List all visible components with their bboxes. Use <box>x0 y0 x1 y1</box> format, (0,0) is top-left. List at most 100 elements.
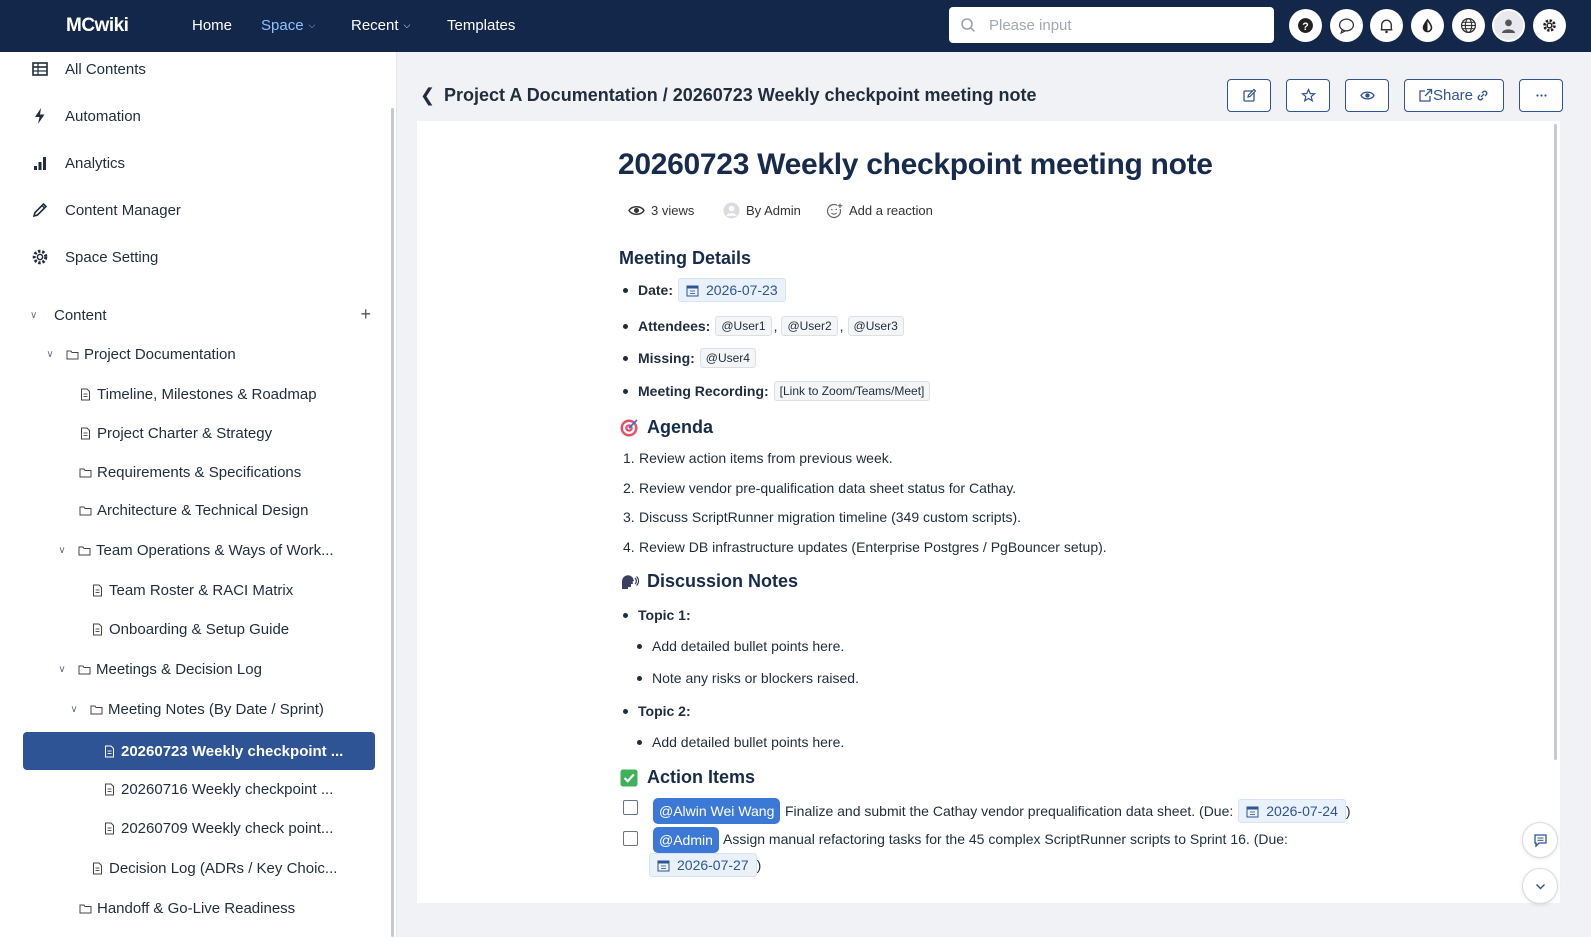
chevron-down-icon <box>1535 883 1545 889</box>
add-reaction-button[interactable]: Add a reaction <box>826 202 933 219</box>
theme-button[interactable] <box>1411 9 1444 42</box>
assignee-mention[interactable]: @Admin <box>653 827 719 853</box>
chevron-down-icon[interactable]: ∨ <box>68 704 80 715</box>
sidebar-item-automation[interactable]: Automation <box>30 102 141 130</box>
gear-icon <box>32 249 48 265</box>
action-item-text: Assign manual refactoring tasks for the … <box>723 831 1288 847</box>
app-logo[interactable]: MCwiki <box>66 15 129 37</box>
tree-item-team-roster[interactable]: Team Roster & RACI Matrix <box>91 579 293 601</box>
more-button[interactable] <box>1519 79 1563 112</box>
tree-item-onboarding[interactable]: Onboarding & Setup Guide <box>91 618 289 640</box>
edit-button[interactable] <box>1227 79 1271 112</box>
user-avatar[interactable] <box>1492 9 1525 42</box>
chevron-down-icon[interactable]: ∨ <box>30 310 46 321</box>
views-count: 3 views <box>628 202 694 219</box>
tree-item-timeline[interactable]: Timeline, Milestones & Roadmap <box>79 383 317 405</box>
tree-item-label: Project Documentation <box>84 345 236 363</box>
author-label: By Admin <box>746 203 801 218</box>
agenda-item: Review vendor pre-qualification data she… <box>639 480 1017 496</box>
language-button[interactable] <box>1452 9 1485 42</box>
content-tree-header[interactable]: ∨ Content + <box>30 304 375 326</box>
add-content-button[interactable]: + <box>360 304 371 325</box>
chevron-down-icon[interactable]: ∨ <box>56 664 68 675</box>
mention-user3[interactable]: @User3 <box>847 316 904 336</box>
eye-icon <box>628 206 645 215</box>
page-scrollbar[interactable] <box>1554 124 1557 760</box>
date-row: Date: 2026-07-23 <box>623 278 786 302</box>
bullet-dot <box>623 323 628 329</box>
chat-bubble-icon <box>1338 18 1355 34</box>
sidebar-item-analytics[interactable]: Analytics <box>30 149 125 177</box>
date-value: 2026-07-23 <box>706 282 778 298</box>
action-item-checkbox[interactable] <box>623 800 638 815</box>
date-label: Date: <box>638 282 674 298</box>
mention-user1[interactable]: @User1 <box>715 316 772 336</box>
mention-user4[interactable]: @User4 <box>699 348 756 368</box>
tree-item-meeting-notes[interactable]: ∨ Meeting Notes (By Date / Sprint) <box>68 698 324 720</box>
folder-icon <box>78 665 91 674</box>
recording-link[interactable]: [Link to Zoom/Teams/Meet] <box>773 381 931 401</box>
comments-button[interactable] <box>1522 822 1558 858</box>
tree-item-architecture[interactable]: Architecture & Technical Design <box>79 499 309 521</box>
calendar-icon <box>657 860 670 871</box>
tree-item-decision-log[interactable]: Decision Log (ADRs / Key Choic... <box>91 857 337 879</box>
due-date-chip[interactable]: 2026-07-27 <box>649 853 757 877</box>
checkmark-box-icon <box>620 769 638 786</box>
tree-item-handoff[interactable]: Handoff & Go-Live Readiness <box>79 897 295 919</box>
action-item-checkbox[interactable] <box>623 831 638 846</box>
sidebar-scrollbar[interactable] <box>391 108 394 937</box>
tree-item-20260709[interactable]: 20260709 Weekly check point... <box>103 817 333 839</box>
sidebar-item-content-manager[interactable]: Content Manager <box>30 196 181 224</box>
favorite-button[interactable] <box>1286 79 1330 112</box>
nav-home[interactable]: Home <box>192 17 232 34</box>
edit-icon <box>1242 88 1256 102</box>
search-icon <box>961 18 976 33</box>
date-chip[interactable]: 2026-07-23 <box>678 278 786 302</box>
chevron-down-icon[interactable]: ∨ <box>56 545 68 556</box>
star-icon <box>1300 88 1316 103</box>
attendees-row: Attendees: @User1, @User2, @User3 <box>623 316 904 336</box>
search-input[interactable] <box>989 13 1259 37</box>
scroll-down-button[interactable] <box>1522 868 1558 904</box>
nav-recent-label: Recent <box>351 17 399 34</box>
notifications-button[interactable] <box>1370 9 1403 42</box>
sidebar-item-space-setting[interactable]: Space Setting <box>30 243 158 271</box>
topic-1-item-text: Note any risks or blockers raised. <box>652 670 859 686</box>
folder-icon <box>79 904 92 913</box>
eye-icon <box>1359 91 1375 100</box>
tree-item-project-charter[interactable]: Project Charter & Strategy <box>79 422 272 444</box>
meeting-details-heading: Meeting Details <box>619 248 751 269</box>
bullet-dot <box>623 612 628 618</box>
bar-chart-icon <box>34 157 46 170</box>
share-button[interactable]: Share <box>1404 79 1504 112</box>
nav-recent[interactable]: Recent ⌵ <box>351 17 410 34</box>
tree-item-20260723[interactable]: 20260723 Weekly checkpoint ... <box>23 732 375 770</box>
user-avatar-icon <box>723 202 740 219</box>
meeting-details-heading-text: Meeting Details <box>619 248 752 268</box>
tree-item-requirements[interactable]: Requirements & Specifications <box>79 461 301 483</box>
mention-user2[interactable]: @User2 <box>781 316 838 336</box>
topic-1: Topic 1: <box>623 607 696 623</box>
due-date-chip[interactable]: 2026-07-24 <box>1238 799 1346 823</box>
chat-button[interactable] <box>1330 9 1363 42</box>
tree-item-team-operations[interactable]: ∨ Team Operations & Ways of Work... <box>56 539 341 561</box>
watch-button[interactable] <box>1345 79 1389 112</box>
tree-item-label: Team Operations & Ways of Work... <box>96 541 334 559</box>
more-horizontal-icon <box>1535 94 1547 97</box>
tree-item-meetings[interactable]: ∨ Meetings & Decision Log <box>56 658 262 680</box>
discussion-heading: Discussion Notes <box>619 571 798 592</box>
back-arrow-icon[interactable]: ❮ <box>420 85 435 106</box>
tree-item-20260716[interactable]: 20260716 Weekly checkpoint ... <box>103 778 333 800</box>
chevron-down-icon[interactable]: ∨ <box>44 349 56 360</box>
search-box[interactable] <box>949 7 1274 43</box>
settings-button[interactable] <box>1533 9 1566 42</box>
nav-space[interactable]: Space ⌵ <box>261 17 315 34</box>
tree-item-project-documentation[interactable]: ∨ Project Documentation <box>44 343 236 365</box>
help-button[interactable]: ? <box>1289 9 1322 42</box>
action-item-close: ) <box>1345 803 1351 819</box>
tree-item-label: Timeline, Milestones & Roadmap <box>97 385 317 403</box>
assignee-mention[interactable]: @Alwin Wei Wang <box>653 798 781 824</box>
sidebar-item-all-contents[interactable]: All Contents <box>30 55 146 83</box>
author[interactable]: By Admin <box>723 202 801 219</box>
nav-templates[interactable]: Templates <box>447 17 515 34</box>
